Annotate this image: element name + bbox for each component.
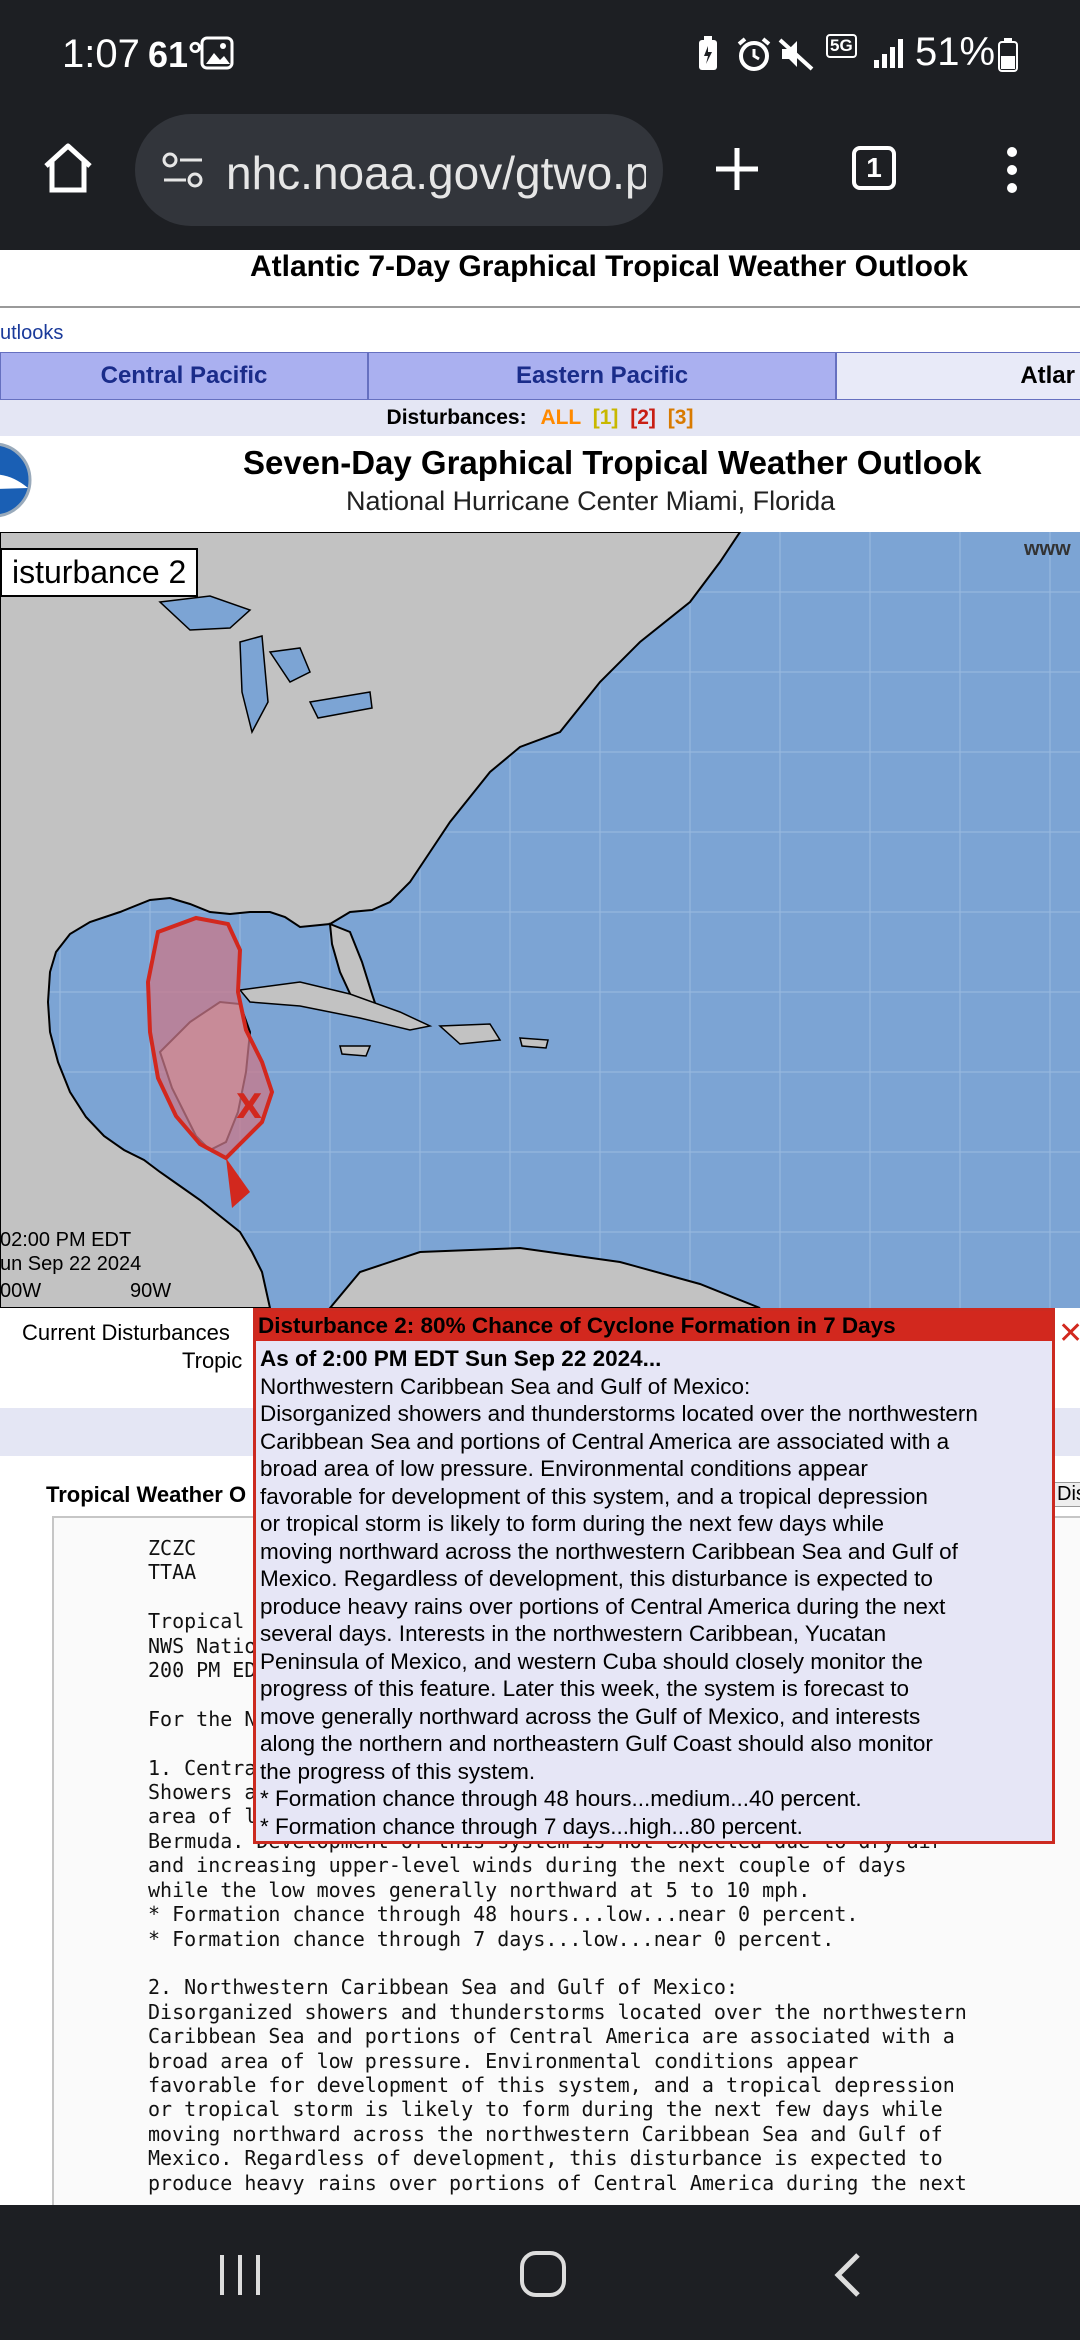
outlook-text-line: * Formation chance through 48 hours...lo… — [148, 1902, 859, 1927]
map-graphic: X — [0, 532, 1080, 1308]
map-timestamp: 02:00 PM EDT un Sep 22 2024 — [0, 1229, 142, 1275]
popup-title: Disturbance 2: 80% Chance of Cyclone For… — [256, 1311, 1052, 1341]
outlook-text-line: 2. Northwestern Caribbean Sea and Gulf o… — [148, 1975, 739, 2000]
battery-saver-icon — [699, 36, 717, 70]
website-watermark: www — [1024, 538, 1071, 560]
graphic-title: Seven-Day Graphical Tropical Weather Out… — [243, 444, 982, 481]
popup-line: Northwestern Caribbean Sea and Gulf of M… — [260, 1373, 751, 1399]
outlook-text-line: broad area of low pressure. Environmenta… — [148, 2048, 859, 2073]
image-icon — [200, 36, 234, 70]
popup-line: several days. Interests in the northwest… — [260, 1621, 887, 1646]
page-title: Atlantic 7-Day Graphical Tropical Weathe… — [250, 250, 968, 283]
browser-toolbar: nhc.noaa.gov/gtwo.p 1 — [0, 110, 1080, 250]
battery-icon — [998, 38, 1018, 72]
battery-percentage: 51% — [915, 30, 996, 74]
current-disturbances-text: Current Disturbances — [22, 1320, 230, 1345]
popup-line: or tropical storm is likely to form duri… — [260, 1511, 884, 1536]
two-section-title: Tropical Weather O — [46, 1482, 247, 1507]
outlook-text-line: Caribbean Sea and portions of Central Am… — [148, 2024, 955, 2049]
svg-text:X: X — [236, 1087, 262, 1127]
outlook-text-line: * Formation chance through 7 days...low.… — [148, 1926, 835, 1951]
outlook-text-line — [148, 1951, 967, 1975]
outlook-text-line: moving northward across the northwestern… — [148, 2121, 943, 2146]
popup-lines: Northwestern Caribbean Sea and Gulf of M… — [260, 1373, 1050, 1841]
popup-line: move generally northward across the Gulf… — [260, 1703, 921, 1729]
outlook-text-line: and increasing upper-level winds during … — [148, 1853, 907, 1878]
more-options-icon[interactable] — [1000, 146, 1024, 196]
status-time: 1:07 — [62, 32, 140, 76]
popup-as-of: As of 2:00 PM EDT Sun Sep 22 2024... — [260, 1346, 662, 1371]
popup-body: As of 2:00 PM EDT Sun Sep 22 2024... Nor… — [260, 1345, 1050, 1840]
disturbance-2-link[interactable]: [2] — [630, 406, 656, 429]
popup-line: produce heavy rains over portions of Cen… — [260, 1593, 946, 1619]
popup-line: Mexico. Regardless of development, this … — [260, 1566, 933, 1591]
outlook-text-line: while the low moves generally northward … — [148, 1877, 811, 1902]
site-settings-icon[interactable] — [162, 150, 204, 190]
disturbance-1-link[interactable]: [1] — [593, 406, 619, 429]
new-tab-icon[interactable] — [712, 144, 762, 194]
popup-line: Caribbean Sea and portions of Central Am… — [260, 1428, 950, 1454]
url-text[interactable]: nhc.noaa.gov/gtwo.p — [226, 146, 646, 200]
popup-line: progress of this feature. Later this wee… — [260, 1676, 910, 1701]
close-icon[interactable]: ✕ — [1058, 1316, 1080, 1351]
outlooks-link[interactable]: utlooks — [0, 322, 63, 345]
popup-line: * Formation chance through 7 days...high… — [260, 1813, 803, 1839]
divider — [0, 306, 1080, 308]
popup-line: moving northward across the northwestern… — [260, 1538, 958, 1564]
home-button-icon[interactable] — [518, 2249, 568, 2299]
discussion-button[interactable]: Disc — [1052, 1482, 1080, 1507]
graphic-subtitle: National Hurricane Center Miami, Florida — [346, 486, 836, 516]
tab-central-pacific[interactable]: Central Pacific — [0, 352, 368, 400]
outlook-text-line: produce heavy rains over portions of Cen… — [148, 2170, 967, 2195]
outlook-text-line: Disorganized showers and thunderstorms l… — [148, 1999, 967, 2024]
disturbance-popup[interactable]: Disturbance 2: 80% Chance of Cyclone For… — [253, 1308, 1055, 1844]
status-bar: 1:07 61° 5G 51% — [0, 0, 1080, 110]
popup-line: the progress of this system. — [260, 1758, 536, 1784]
lon-label-90w: 90W — [130, 1280, 172, 1302]
recent-apps-icon[interactable] — [216, 2253, 266, 2297]
network-type-badge: 5G — [826, 34, 857, 58]
popup-line: along the northern and northeastern Gulf… — [260, 1731, 933, 1756]
disturbance-map-label: isturbance 2 — [0, 548, 199, 597]
noaa-logo-icon — [0, 442, 32, 518]
popup-line: Peninsula of Mexico, and western Cuba sh… — [260, 1648, 923, 1674]
home-icon[interactable] — [40, 140, 96, 196]
tab-eastern-pacific[interactable]: Eastern Pacific — [368, 352, 836, 400]
outlook-text-line: or tropical storm is likely to form duri… — [148, 2097, 943, 2122]
disturbance-all-link[interactable]: ALL — [540, 406, 580, 429]
graphic-header: Seven-Day Graphical Tropical Weather Out… — [0, 436, 1080, 532]
tab-atlantic[interactable]: Atlar — [836, 352, 1080, 400]
outlook-text-line: Mexico. Regardless of development, this … — [148, 2146, 943, 2171]
popup-line: broad area of low pressure. Environmenta… — [260, 1456, 868, 1481]
popup-line: * Formation chance through 48 hours...me… — [260, 1786, 862, 1811]
disturbance-3-link[interactable]: [3] — [668, 406, 694, 429]
outlook-map[interactable]: X isturbance 2 www 02:00 PM EDT un Sep 2… — [0, 532, 1080, 1308]
popup-line: Disorganized showers and thunderstorms l… — [260, 1401, 978, 1426]
popup-line: favorable for development of this system… — [260, 1483, 928, 1509]
alarm-icon — [737, 37, 771, 71]
mute-icon — [778, 38, 814, 71]
outlook-text-line: favorable for development of this system… — [148, 2072, 955, 2097]
signal-icon — [874, 39, 903, 68]
web-page: Atlantic 7-Day Graphical Tropical Weathe… — [0, 250, 1080, 2205]
navigation-bar — [0, 2205, 1080, 2340]
lon-label-100w: 00W — [0, 1280, 42, 1302]
status-temperature: 61° — [148, 34, 203, 75]
tropical-text: Tropic — [182, 1348, 243, 1373]
back-icon[interactable] — [828, 2251, 868, 2299]
disturbances-row: Disturbances: ALL [1] [2] [3] — [0, 400, 1080, 436]
tab-count-button[interactable]: 1 — [852, 146, 896, 190]
disturbances-label: Disturbances: — [386, 406, 527, 429]
